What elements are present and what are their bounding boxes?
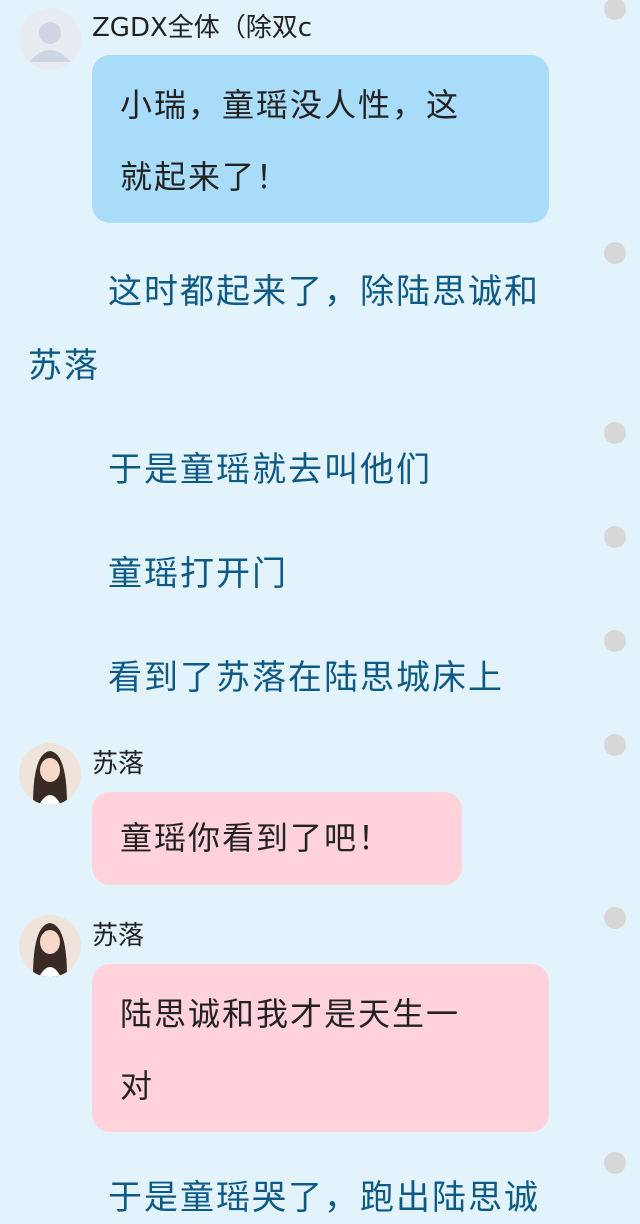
dot-icon xyxy=(604,422,626,444)
narration-text: 苏落 xyxy=(28,346,100,386)
sender-name: 苏落 xyxy=(92,749,145,779)
girl-avatar-photo xyxy=(19,915,81,977)
sender-avatar[interactable] xyxy=(19,743,81,805)
message-text-line: 陆思诚和我才是天生一 xyxy=(120,995,461,1033)
dot-icon xyxy=(604,734,626,756)
sender-avatar[interactable] xyxy=(19,8,81,70)
narration-text: 童瑶打开门 xyxy=(108,554,288,594)
message-bubble[interactable]: 童瑶你看到了吧！ xyxy=(92,792,462,885)
message-text-line: 对 xyxy=(120,1067,155,1105)
chat-screen: ZGDX全体（除双c 小瑞，童瑶没人性，这 就起来了！ 这时都起来了，除陆思诚和… xyxy=(0,0,640,1224)
narration-text: 于是童瑶就去叫他们 xyxy=(108,450,432,490)
dot-icon xyxy=(604,907,626,929)
girl-avatar-photo xyxy=(19,743,81,805)
dot-icon xyxy=(604,526,626,548)
dot-icon xyxy=(604,1152,626,1174)
dot-icon xyxy=(604,242,626,264)
dot-icon xyxy=(604,630,626,652)
sender-name: 苏落 xyxy=(92,921,145,951)
sender-name: ZGDX全体（除双c xyxy=(92,13,313,43)
default-avatar-icon xyxy=(19,8,81,70)
message-text-line: 童瑶你看到了吧！ xyxy=(120,819,393,857)
narration-text: 这时都起来了，除陆思诚和 xyxy=(108,272,540,312)
message-text-line: 就起来了！ xyxy=(120,158,291,196)
message-bubble[interactable]: 小瑞，童瑶没人性，这 就起来了！ xyxy=(92,55,549,223)
message-bubble[interactable]: 陆思诚和我才是天生一 对 xyxy=(92,964,549,1132)
narration-text: 于是童瑶哭了，跑出陆思诚 xyxy=(108,1178,540,1218)
narration-text: 看到了苏落在陆思城床上 xyxy=(108,658,504,698)
message-text-line: 小瑞，童瑶没人性，这 xyxy=(120,86,461,124)
sender-avatar[interactable] xyxy=(19,915,81,977)
dot-icon xyxy=(604,0,626,20)
